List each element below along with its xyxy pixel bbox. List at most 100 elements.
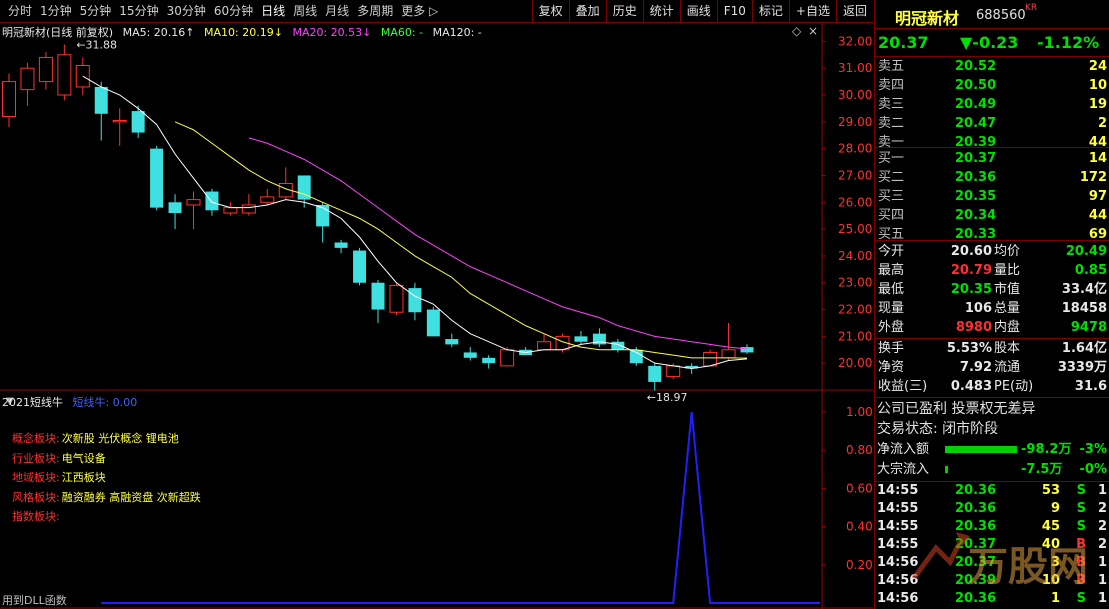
indicator-line-value: 江西板块: [61, 471, 106, 484]
stat-row: 外盘 8980 内盘 9478: [875, 318, 1109, 337]
stat-row: 现量 106 总量 18458: [875, 299, 1109, 318]
orderbook-price: 20.47: [955, 116, 997, 131]
indicator-line-value: 融资融券 高融资盘 次新超跌: [61, 490, 201, 504]
indicator-line-key: 概念板块:: [12, 432, 60, 445]
toolbar-button-1[interactable]: 叠加: [568, 0, 606, 22]
indicator-y-label: 0.20: [846, 558, 873, 572]
stat-label: PE(动): [994, 379, 1034, 394]
indicator-line-value: 次新股 光伏概念 锂电池: [61, 432, 179, 445]
orderbook-row[interactable]: 买二 20.36 172: [875, 168, 1109, 187]
candle-body: [371, 282, 385, 310]
orderbook-price: 20.37: [955, 151, 997, 166]
period-tab-9[interactable]: 多周期: [353, 3, 397, 19]
orderbook-price: 20.35: [955, 189, 997, 204]
period-tab-2[interactable]: 5分钟: [76, 3, 116, 19]
candle-body: [38, 56, 53, 83]
orderbook-row[interactable]: 买一 20.37 14: [875, 149, 1109, 168]
stat-value: 1.64亿: [1061, 341, 1107, 356]
ma-legend: 明冠新材(日线 前复权) MA5: 20.16↑ MA10: 20.19↓ MA…: [2, 24, 488, 40]
flow-label: 净流入额: [877, 442, 930, 457]
toolbar-button-0[interactable]: 复权: [531, 0, 569, 22]
indicator-title-bar[interactable]: 2021短线牛 短线牛: 0.00: [2, 394, 137, 410]
candle-body: [94, 86, 108, 114]
candle-body: [131, 111, 145, 133]
ma10-label: MA10: 20.19↓: [204, 26, 283, 39]
y-tick-label: 31.00: [838, 61, 872, 75]
period-tab-5[interactable]: 60分钟: [210, 3, 257, 19]
candle-body: [703, 351, 718, 367]
high-price-label: ←31.88: [76, 39, 117, 52]
orderbook-level: 卖四: [878, 78, 905, 93]
tick-price: 20.36: [955, 483, 997, 498]
tick-side: S: [1076, 483, 1086, 498]
flow-row: 大宗流入 -7.5万 -0%: [875, 460, 1109, 480]
toolbar-button-6[interactable]: 标记: [751, 0, 789, 22]
period-tab-7[interactable]: 周线: [289, 3, 321, 19]
orderbook-level: 卖五: [878, 59, 905, 74]
indicator-y-label: 0.40: [846, 520, 873, 534]
orderbook-row[interactable]: 卖二 20.47 2: [875, 114, 1109, 133]
low-price-label: ←18.97: [647, 391, 688, 404]
period-tab-1[interactable]: 1分钟: [36, 3, 76, 19]
toolbar-button-7[interactable]: +自选: [788, 0, 836, 22]
period-tab-6[interactable]: 日线: [257, 3, 289, 19]
trade-status: 交易状态: 闭市阶段: [877, 421, 999, 437]
toolbar-button-8[interactable]: 返回: [835, 0, 873, 22]
stat-value: 33.4亿: [1061, 282, 1107, 297]
candle-body: [666, 365, 681, 378]
tick-time: 14:55: [877, 501, 919, 516]
stat-value: 3339万: [1057, 360, 1107, 375]
stat-value: 18458: [1061, 301, 1107, 316]
orderbook-price: 20.49: [955, 97, 997, 112]
candle-body: [500, 349, 515, 367]
period-tab-8[interactable]: 月线: [321, 3, 353, 19]
stat-value: 0.483: [950, 379, 992, 394]
candle-body: [463, 352, 477, 358]
indicator-text-block: 概念板块: 次新股 光伏概念 锂电池 行业板块: 电气设备 地域板块: 江西板块 风格板块:…: [12, 430, 201, 528]
stat-label: 收益(三): [878, 379, 928, 394]
period-tab-4[interactable]: 30分钟: [163, 3, 210, 19]
period-tab-10[interactable]: 更多 ▷: [397, 3, 442, 19]
orderbook-price: 20.52: [955, 59, 997, 74]
y-tick-label: 21.00: [838, 329, 872, 343]
toolbar-button-5[interactable]: F10: [716, 0, 752, 22]
orderbook-row[interactable]: 卖五 20.52 24: [875, 57, 1109, 76]
tick-count: 2: [1097, 501, 1107, 516]
toolbar-button-3[interactable]: 统计: [642, 0, 680, 22]
price-row: 20.37 ▼-0.23 -1.12%: [875, 30, 1109, 57]
chart-title: 明冠新材(日线 前复权): [2, 26, 114, 39]
y-tick-label: 29.00: [838, 115, 872, 129]
indicator-line-key: 指数板块:: [12, 510, 60, 523]
price-pct: -1.12%: [1037, 33, 1100, 52]
period-tab-0[interactable]: 分时: [4, 3, 36, 19]
flow-bar: [945, 446, 1017, 453]
stat-label: 净资: [878, 360, 905, 375]
stock-code: 688560: [976, 8, 1026, 23]
toolbar-button-2[interactable]: 历史: [605, 0, 643, 22]
indicator-title: 2021短线牛: [2, 396, 63, 409]
indicator-line-key: 行业板块:: [12, 451, 60, 465]
stat-value: 5.53%: [946, 341, 992, 356]
indicator-line-value: 电气设备: [61, 451, 106, 465]
orderbook-row[interactable]: 卖三 20.49 19: [875, 95, 1109, 114]
indicator-line: 指数板块:: [12, 508, 201, 528]
orderbook-qty: 172: [1079, 170, 1107, 185]
stat-row: 今开 20.60 均价 20.49: [875, 242, 1109, 261]
orderbook-row[interactable]: 买四 20.34 44: [875, 206, 1109, 225]
indicator-y-label: 0.80: [846, 443, 873, 457]
toolbar-button-4[interactable]: 画线: [679, 0, 717, 22]
orderbook-row[interactable]: 卖四 20.50 10: [875, 76, 1109, 95]
candle-body: [334, 242, 348, 248]
candle-body: [408, 288, 422, 313]
stats-table-2: 换手 5.53% 股本 1.64亿 净资 7.92 流通 3339万 收益(三) 0.483 PE(…: [875, 339, 1109, 396]
ma5-line: [82, 75, 748, 370]
stat-label: 今开: [878, 244, 905, 259]
stat-value: 8980: [955, 320, 992, 335]
ma20-line: [248, 137, 748, 350]
period-tabs: 分时 1分钟 5分钟 15分钟 30分钟 60分钟 日线 周线 月线 多周期 更多 ▷: [4, 3, 442, 19]
period-tab-3[interactable]: 15分钟: [115, 3, 162, 19]
indicator-line-key: 地域板块:: [12, 471, 60, 484]
orderbook-row[interactable]: 买三 20.35 97: [875, 187, 1109, 206]
stock-header[interactable]: 明冠新材 688560 KR: [875, 0, 1109, 29]
stock-tag: KR: [1025, 3, 1038, 13]
